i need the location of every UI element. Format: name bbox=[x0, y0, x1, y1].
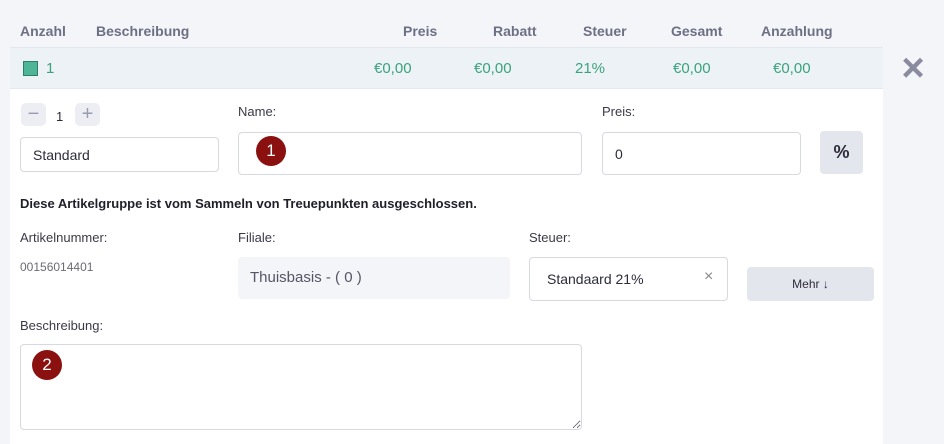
loyalty-exclusion-note: Diese Artikelgruppe ist vom Sammeln von … bbox=[20, 196, 477, 211]
name-label: Name: bbox=[238, 104, 277, 119]
name-input[interactable] bbox=[238, 132, 582, 175]
steuer-selected-value: Standaard 21% bbox=[547, 271, 644, 287]
preis-label: Preis: bbox=[602, 104, 636, 119]
arrow-down-icon: ↓ bbox=[822, 277, 829, 291]
quantity-value: 1 bbox=[56, 109, 64, 124]
clear-icon[interactable]: × bbox=[704, 268, 713, 286]
row-anzahlung: €0,00 bbox=[773, 60, 811, 77]
annotation-marker-2: 2 bbox=[32, 350, 62, 380]
row-quantity: 1 bbox=[46, 60, 55, 77]
filiale-label: Filiale: bbox=[238, 230, 276, 245]
beschreibung-label: Beschreibung: bbox=[20, 318, 104, 333]
artikelnummer-value: 00156014401 bbox=[20, 260, 94, 274]
header-rabatt: Rabatt bbox=[493, 23, 537, 39]
color-swatch bbox=[23, 61, 38, 76]
beschreibung-textarea[interactable] bbox=[20, 344, 582, 430]
header-gesamt: Gesamt bbox=[671, 23, 723, 39]
row-preis: €0,00 bbox=[374, 60, 412, 77]
row-rabatt: €0,00 bbox=[474, 60, 512, 77]
preis-input[interactable] bbox=[602, 132, 801, 175]
close-icon[interactable]: × bbox=[897, 48, 929, 88]
header-anzahlung: Anzahlung bbox=[761, 23, 833, 39]
increment-button[interactable]: + bbox=[75, 103, 100, 126]
header-steuer: Steuer bbox=[583, 23, 627, 39]
row-gesamt: €0,00 bbox=[673, 60, 711, 77]
header-anzahl: Anzahl bbox=[20, 23, 66, 39]
row-steuer: 21% bbox=[575, 60, 606, 77]
mehr-button[interactable]: Mehr ↓ bbox=[747, 267, 874, 301]
steuer-label: Steuer: bbox=[529, 230, 571, 245]
artikelnummer-label: Artikelnummer: bbox=[20, 230, 108, 245]
steuer-select[interactable]: Standaard 21% bbox=[529, 257, 728, 301]
table-row[interactable]: 1 €0,00 €0,00 21% €0,00 €0,00 bbox=[10, 47, 883, 89]
mehr-button-label: Mehr bbox=[792, 277, 820, 291]
decrement-button[interactable]: − bbox=[21, 103, 46, 126]
percent-button[interactable]: % bbox=[820, 131, 863, 174]
variant-select[interactable] bbox=[20, 137, 219, 172]
filiale-value: Thuisbasis - ( 0 ) bbox=[238, 257, 510, 299]
header-beschreibung: Beschreibung bbox=[96, 23, 190, 39]
annotation-marker-1: 1 bbox=[256, 136, 286, 166]
table-header: Anzahl Beschreibung Preis Rabatt Steuer … bbox=[10, 12, 883, 47]
header-preis: Preis bbox=[403, 23, 438, 39]
